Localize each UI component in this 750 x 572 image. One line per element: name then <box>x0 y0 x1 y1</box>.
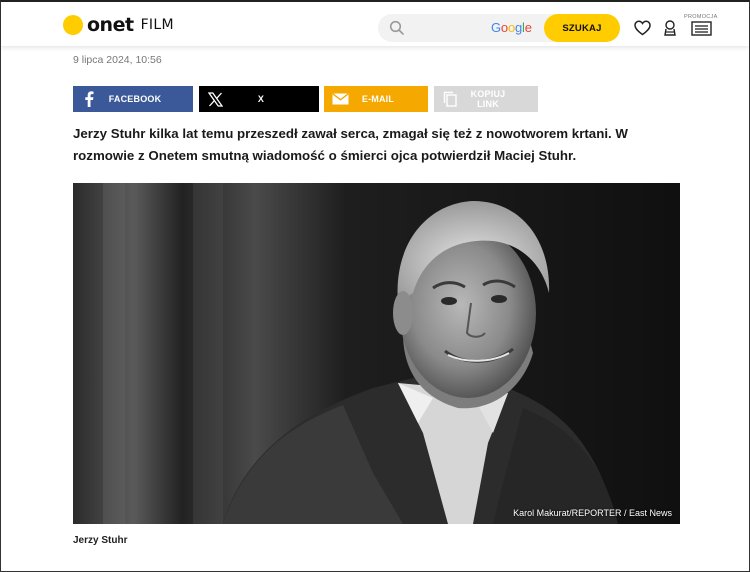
share-facebook-label: FACEBOOK <box>108 94 162 104</box>
search-button[interactable]: SZUKAJ <box>544 14 620 42</box>
x-logo-icon <box>203 86 227 112</box>
share-email-button[interactable]: E-MAIL <box>324 86 428 112</box>
copy-icon <box>438 86 462 112</box>
heart-icon[interactable] <box>633 19 651 37</box>
article-lead: Jerzy Stuhr kilka lat temu przeszedł zaw… <box>73 126 628 163</box>
envelope-icon <box>328 86 352 112</box>
search-icon <box>389 20 404 35</box>
search-bar: Google SZUKAJ <box>378 14 620 42</box>
weather-icon[interactable] <box>661 19 679 37</box>
photo-caption: Jerzy Stuhr <box>73 535 128 546</box>
search-input[interactable] <box>412 18 482 38</box>
share-email-label: E-MAIL <box>361 94 395 104</box>
article-photo: Karol Makurat/REPORTER / East News <box>73 183 680 524</box>
publish-date: 9 lipca 2024, 10:56 <box>73 54 162 66</box>
share-x-button[interactable]: X <box>199 86 319 112</box>
logo-dot-icon <box>63 15 83 35</box>
logo-text: onet <box>87 14 134 36</box>
share-x-label: X <box>257 94 265 104</box>
promo-icon[interactable] <box>690 19 712 37</box>
facebook-icon <box>77 86 101 112</box>
logo-section: FILM <box>140 17 174 33</box>
google-logo: Google <box>491 20 532 35</box>
portrait-photo-illustration <box>73 183 680 524</box>
onet-film-logo[interactable]: onet FILM <box>63 14 174 36</box>
copy-link-label: KOPIUJ LINK <box>470 89 506 109</box>
share-facebook-button[interactable]: FACEBOOK <box>73 86 193 112</box>
photo-credit: Karol Makurat/REPORTER / East News <box>513 508 672 518</box>
site-header: onet FILM Google SZUKAJ PROMOCJA <box>1 2 749 46</box>
copy-link-button[interactable]: KOPIUJ LINK <box>434 86 538 112</box>
